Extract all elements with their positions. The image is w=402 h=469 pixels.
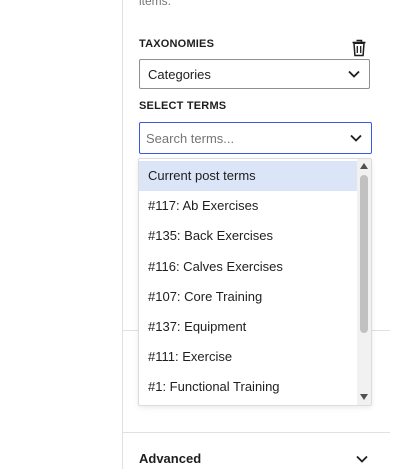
- search-terms-field[interactable]: [139, 122, 372, 154]
- dropdown-option[interactable]: #117: Ab Exercises: [139, 191, 358, 221]
- taxonomies-selected-value: Categories: [148, 67, 211, 82]
- dropdown-scrollbar[interactable]: [357, 159, 371, 405]
- section-divider: [123, 432, 390, 433]
- dropdown-option[interactable]: #1: Functional Training: [139, 372, 358, 402]
- select-terms-label: SELECT TERMS: [139, 100, 227, 112]
- advanced-panel-toggle[interactable]: Advanced: [123, 434, 390, 469]
- scrollbar-thumb[interactable]: [360, 175, 368, 333]
- terms-dropdown-list[interactable]: Current post terms #117: Ab Exercises #1…: [138, 158, 372, 406]
- scroll-down-arrow-icon[interactable]: [360, 394, 368, 400]
- chevron-down-icon: [356, 455, 368, 463]
- dropdown-option[interactable]: #137: Equipment: [139, 312, 358, 342]
- taxonomies-label: TAXONOMIES: [139, 38, 215, 50]
- chevron-down-icon: [348, 70, 360, 78]
- chevron-down-icon[interactable]: [350, 134, 362, 142]
- scroll-up-arrow-icon[interactable]: [360, 163, 368, 169]
- dropdown-option[interactable]: #116: Calves Exercises: [139, 252, 358, 282]
- taxonomies-select[interactable]: Categories: [139, 59, 370, 89]
- advanced-label: Advanced: [139, 451, 202, 466]
- right-gutter: [390, 0, 402, 469]
- dropdown-option[interactable]: Current post terms: [139, 161, 358, 192]
- dropdown-option[interactable]: #107: Core Training: [139, 282, 358, 312]
- terms-options: Current post terms #117: Ab Exercises #1…: [139, 161, 358, 403]
- dropdown-option[interactable]: #135: Back Exercises: [139, 221, 358, 251]
- dropdown-option[interactable]: #111: Exercise: [139, 342, 358, 372]
- search-terms-input[interactable]: [146, 128, 336, 148]
- help-text: items.: [139, 0, 172, 8]
- editor-canvas-area: [0, 0, 122, 469]
- trash-icon[interactable]: [351, 39, 367, 57]
